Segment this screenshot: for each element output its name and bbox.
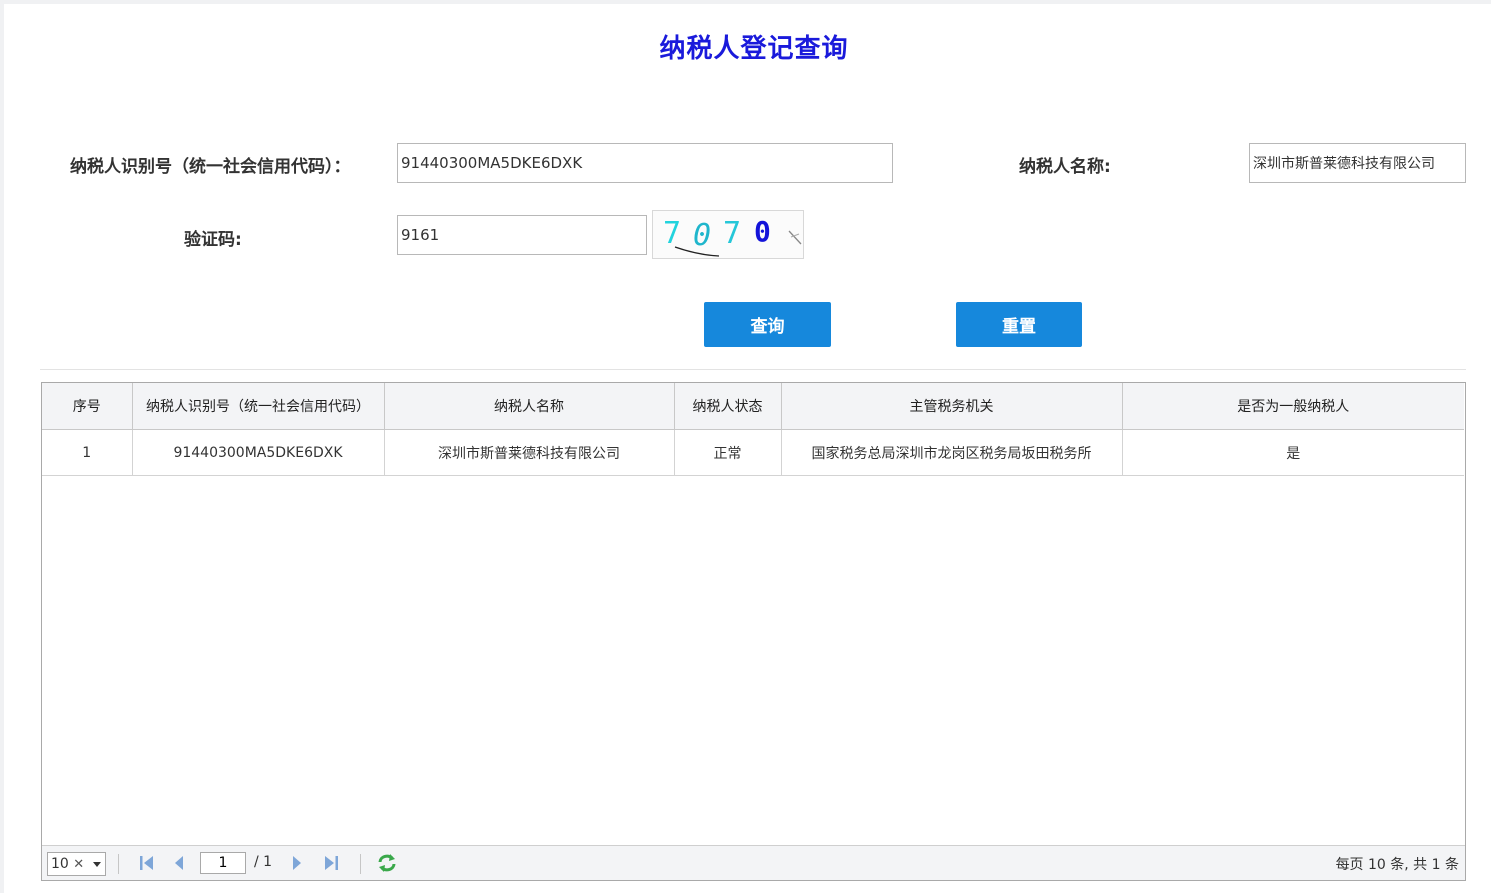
cell-taxpayer-name: 深圳市斯普莱德科技有限公司 (384, 429, 675, 476)
column-header-taxpayer-name[interactable]: 纳税人名称 (384, 383, 675, 430)
table-row[interactable]: 1 91440300MA5DKE6DXK 深圳市斯普莱德科技有限公司 正常 国家… (42, 429, 1464, 476)
total-pages: / 1 (254, 854, 273, 870)
last-page-icon[interactable] (322, 853, 340, 873)
page-size-value: 10 (51, 856, 69, 872)
divider (40, 369, 1466, 370)
column-header-tax-authority[interactable]: 主管税务机关 (781, 383, 1123, 430)
page: 纳税人登记查询 纳税人识别号（统一社会信用代码）： 纳税人名称: 验证码: 7 … (4, 4, 1491, 893)
refresh-icon[interactable] (376, 853, 398, 873)
pager-separator (118, 854, 119, 874)
next-page-icon[interactable] (288, 853, 306, 873)
query-button[interactable]: 查询 (704, 302, 831, 347)
cell-tax-authority: 国家税务总局深圳市龙岗区税务局坂田税务所 (781, 429, 1123, 476)
cell-general-taxpayer: 是 (1122, 429, 1464, 476)
captcha-label: 验证码: (184, 230, 242, 250)
column-header-taxpayer-id[interactable]: 纳税人识别号（统一社会信用代码） (132, 383, 385, 430)
taxpayer-name-input[interactable] (1249, 143, 1466, 183)
page-size-select[interactable]: 10 ✕ (47, 852, 106, 876)
reset-button[interactable]: 重置 (956, 302, 1082, 347)
captcha-char-4: 0 (754, 215, 771, 248)
chevron-down-icon[interactable] (93, 862, 101, 867)
captcha-char-3: 7 (723, 216, 741, 251)
results-table: 序号 纳税人识别号（统一社会信用代码） 纳税人名称 纳税人状态 主管税务机关 是… (42, 383, 1464, 476)
results-grid: 序号 纳税人识别号（统一社会信用代码） 纳税人名称 纳税人状态 主管税务机关 是… (41, 382, 1466, 881)
clear-icon[interactable]: ✕ (73, 857, 84, 872)
cell-status: 正常 (674, 429, 782, 476)
column-header-index[interactable]: 序号 (42, 383, 133, 430)
cell-taxpayer-id: 91440300MA5DKE6DXK (132, 429, 385, 476)
cell-index: 1 (42, 429, 133, 476)
captcha-input[interactable] (397, 215, 647, 255)
taxpayer-name-label: 纳税人名称: (1019, 157, 1111, 177)
page-title: 纳税人登记查询 (659, 34, 849, 64)
captcha-image[interactable]: 7 0 7 0 (652, 210, 804, 259)
column-header-general-taxpayer[interactable]: 是否为一般纳税人 (1122, 383, 1464, 430)
taxpayer-id-input[interactable] (397, 143, 893, 183)
captcha-char-2: 0 (693, 218, 711, 253)
prev-page-icon[interactable] (170, 853, 188, 873)
column-header-status[interactable]: 纳税人状态 (674, 383, 782, 430)
first-page-icon[interactable] (138, 853, 156, 873)
captcha-char-1: 7 (663, 216, 681, 251)
current-page-input[interactable] (200, 852, 246, 874)
pager-separator (360, 854, 361, 874)
taxpayer-id-label: 纳税人识别号（统一社会信用代码）： (70, 157, 351, 177)
pagination-summary: 每页 10 条, 共 1 条 (1335, 857, 1459, 873)
table-header-row: 序号 纳税人识别号（统一社会信用代码） 纳税人名称 纳税人状态 主管税务机关 是… (42, 383, 1464, 430)
pagination-bar: 10 ✕ / 1 (42, 845, 1465, 880)
